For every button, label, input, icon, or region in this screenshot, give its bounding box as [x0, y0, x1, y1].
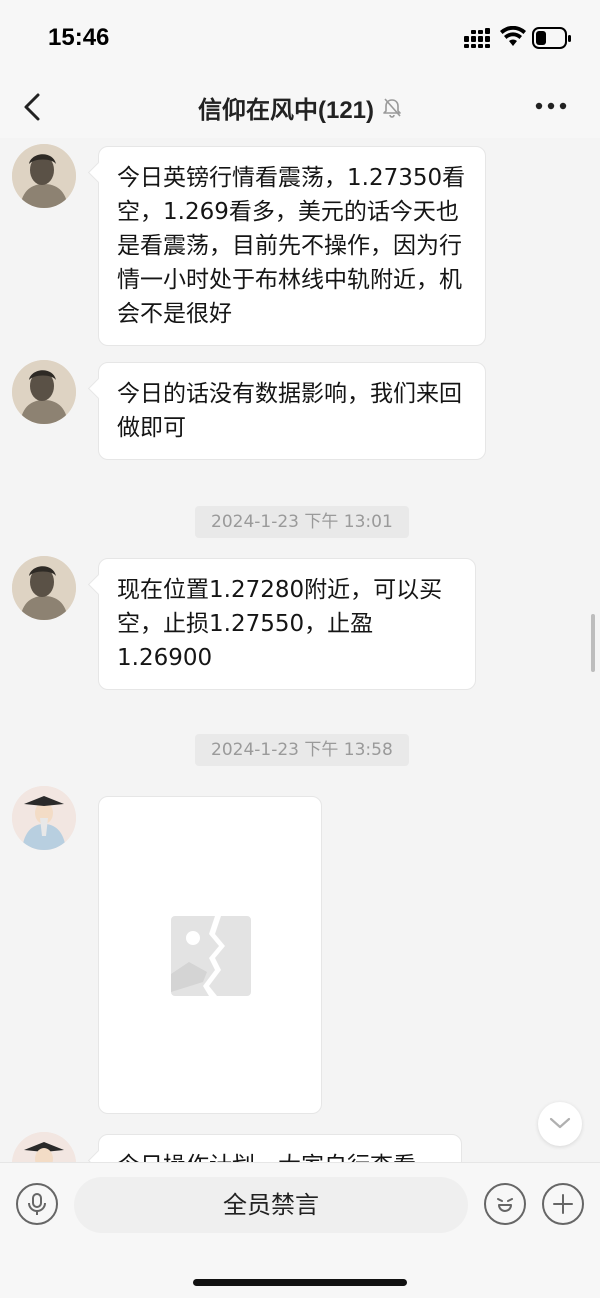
wifi-icon — [500, 26, 526, 46]
input-bar: 全员禁言 — [0, 1162, 600, 1298]
home-indicator[interactable] — [193, 1279, 407, 1286]
image-placeholder-icon — [171, 916, 251, 996]
emoji-smile-icon — [497, 1198, 513, 1212]
avatar-portrait-icon — [12, 360, 76, 424]
avatar-portrait-icon — [12, 556, 76, 620]
message-bubble[interactable]: 今日操作计划，大家自行查看 — [98, 1134, 462, 1162]
sender-avatar[interactable] — [12, 556, 76, 620]
nav-bar: 信仰在风中(121) — [0, 76, 600, 138]
message-bubble[interactable]: 今日英镑行情看震荡，1.27350看空，1.269看多，美元的话今天也是看震荡，… — [98, 146, 486, 346]
message-text: 今日操作计划，大家自行查看 — [117, 1153, 416, 1162]
message-timestamp: 2024-1-23 下午 13:01 — [195, 506, 409, 538]
muted-bell-icon — [383, 97, 401, 118]
sender-avatar[interactable] — [12, 144, 76, 208]
chat-messages[interactable]: 今日英镑行情看震荡，1.27350看空，1.269看多，美元的话今天也是看震荡，… — [0, 138, 600, 1162]
message-bubble[interactable]: 现在位置1.27280附近，可以买空，止损1.27550，止盈1.26900 — [98, 558, 476, 690]
message-text: 现在位置1.27280附近，可以买空，止损1.27550，止盈1.26900 — [117, 577, 443, 671]
message-text: 今日的话没有数据影响，我们来回做即可 — [117, 381, 462, 441]
chat-title-text: 信仰在风中(121) — [197, 97, 375, 124]
more-actions-button[interactable] — [542, 1183, 584, 1225]
avatar-sage-icon — [12, 1132, 76, 1162]
voice-input-button[interactable] — [16, 1183, 58, 1225]
avatar-sage-icon — [12, 786, 76, 850]
cellular-signal-icon — [464, 28, 490, 48]
sender-avatar[interactable] — [12, 360, 76, 424]
message-timestamp: 2024-1-23 下午 13:58 — [195, 734, 409, 766]
sender-avatar[interactable] — [12, 1132, 76, 1162]
more-options-icon[interactable] — [534, 96, 568, 116]
message-text: 今日英镑行情看震荡，1.27350看空，1.269看多，美元的话今天也是看震荡，… — [117, 165, 466, 327]
sender-avatar[interactable] — [12, 786, 76, 850]
chat-title: 信仰在风中(121) — [0, 90, 600, 125]
plus-icon — [553, 1194, 573, 1214]
emoji-button[interactable] — [484, 1183, 526, 1225]
avatar-portrait-icon — [12, 144, 76, 208]
chevron-down-icon — [549, 1117, 571, 1129]
scrollbar[interactable] — [591, 614, 595, 672]
status-time: 15:46 — [48, 24, 110, 51]
battery-icon — [532, 27, 571, 49]
muted-input-field: 全员禁言 — [74, 1177, 468, 1233]
status-bar: 15:46 — [0, 0, 600, 76]
scroll-to-bottom-button[interactable] — [538, 1102, 582, 1146]
image-message[interactable] — [98, 796, 322, 1114]
message-bubble[interactable]: 今日的话没有数据影响，我们来回做即可 — [98, 362, 486, 460]
microphone-icon — [28, 1193, 46, 1215]
